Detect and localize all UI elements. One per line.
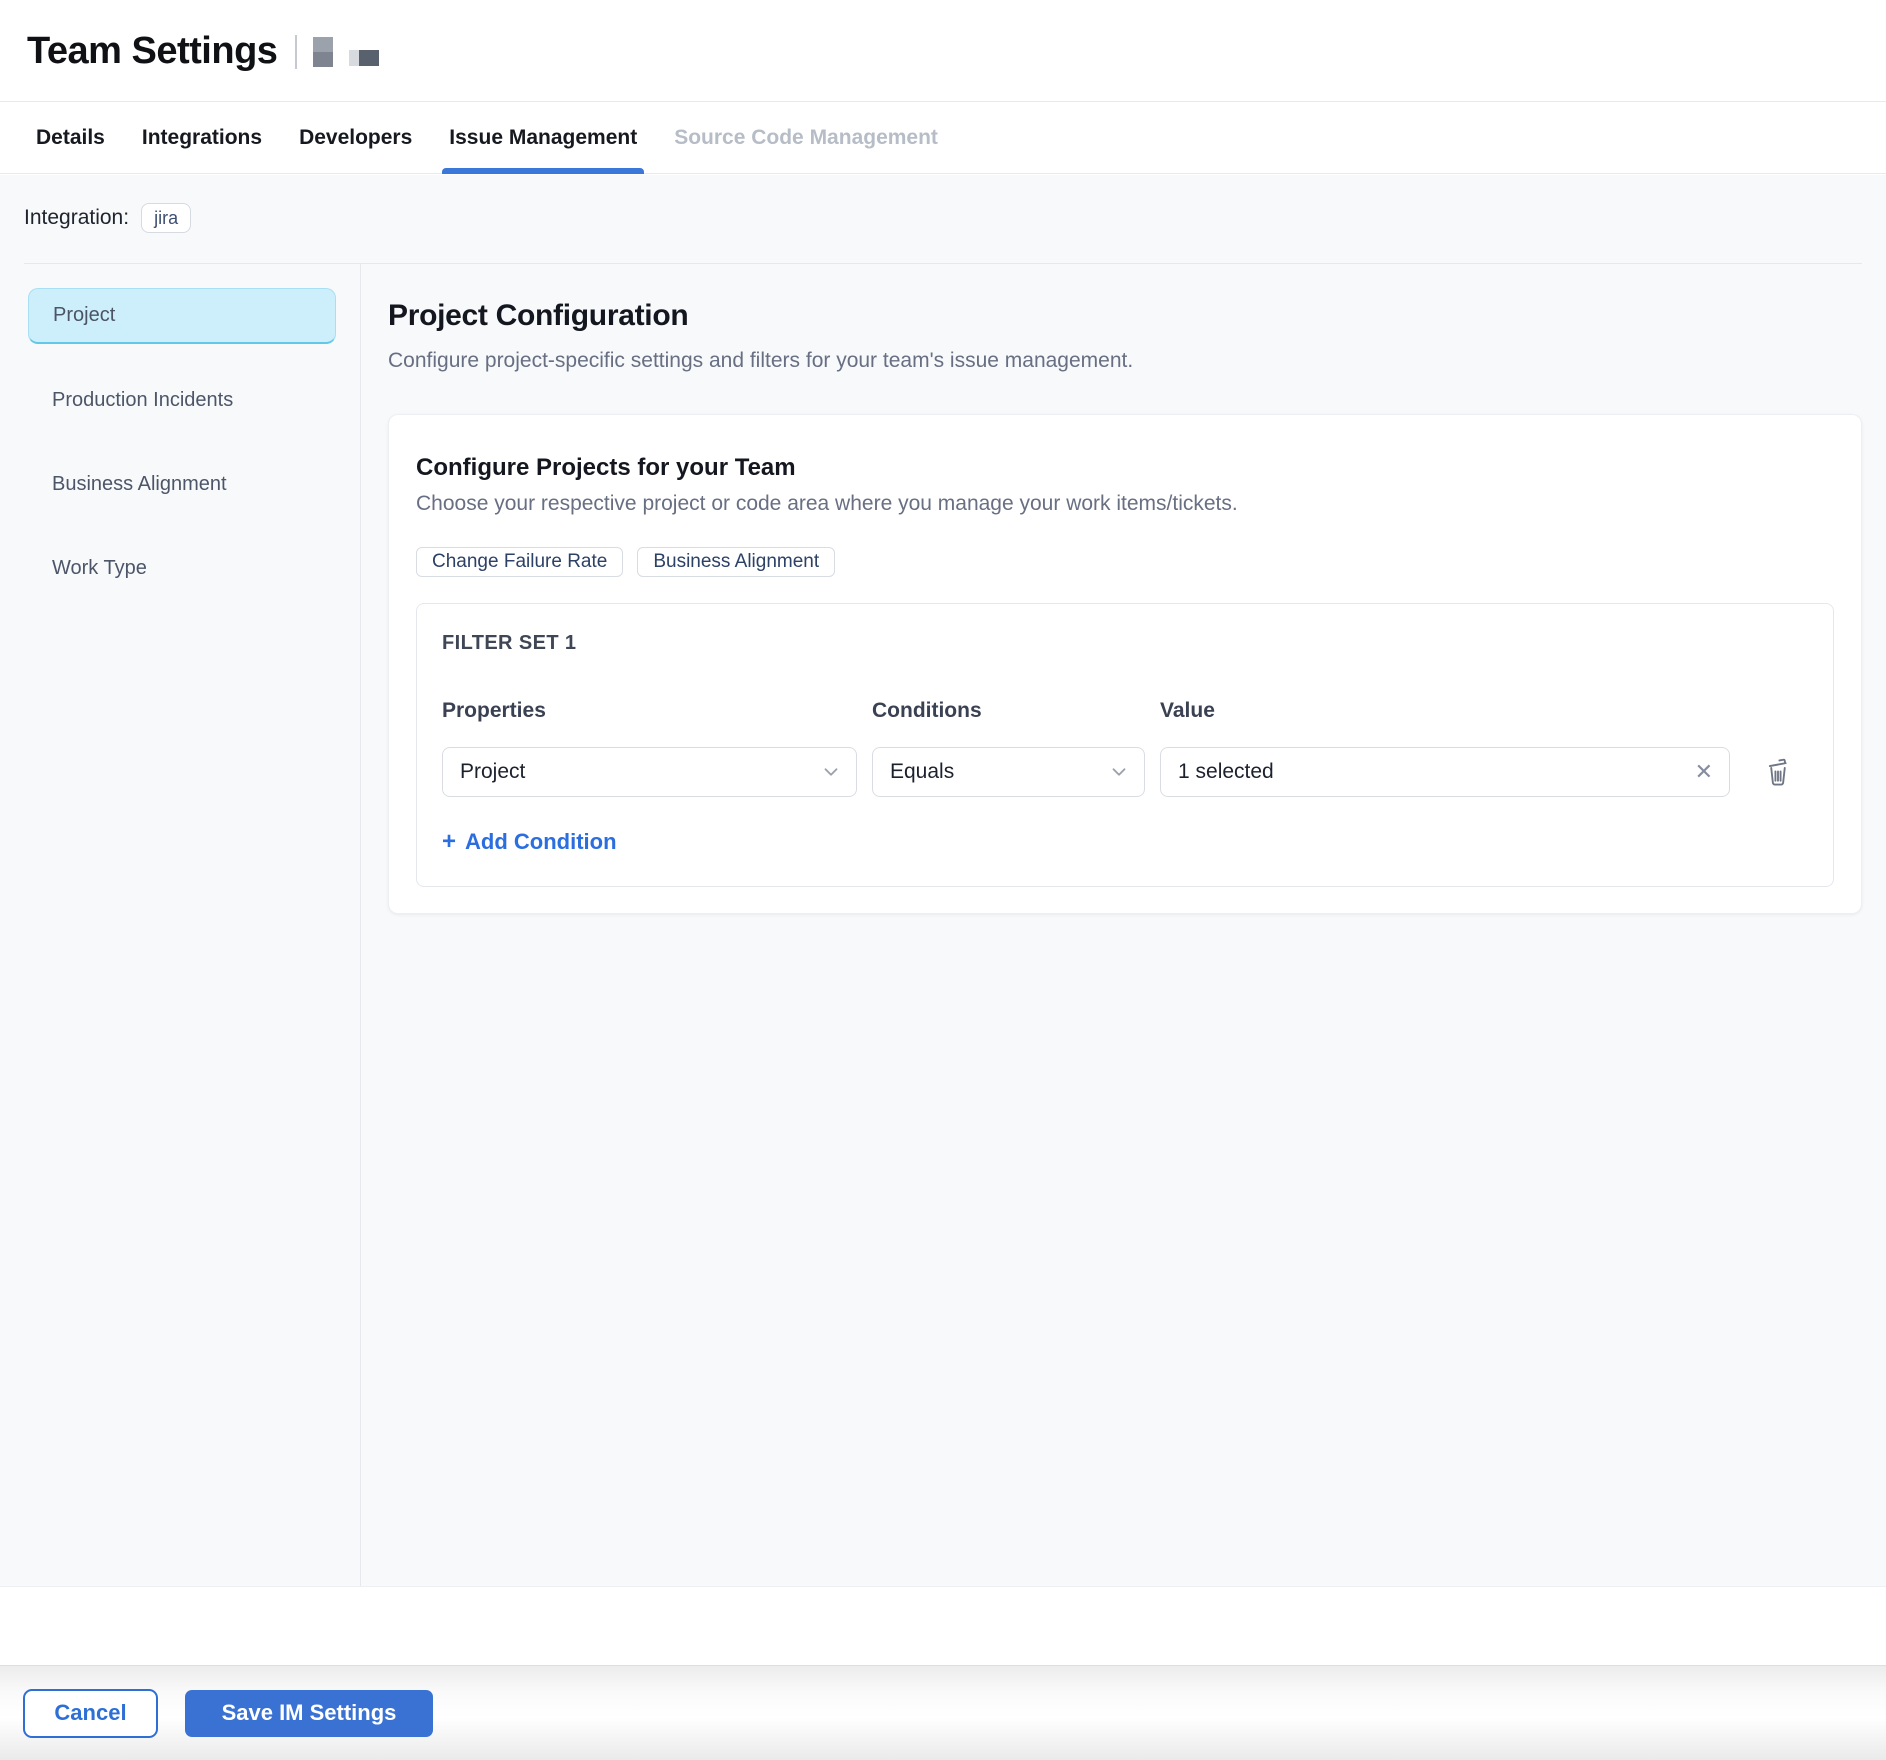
sidebar-item-work-type[interactable]: Work Type (0, 540, 360, 596)
condition-select[interactable]: Equals (872, 747, 1145, 797)
cancel-button[interactable]: Cancel (23, 1689, 158, 1738)
app-header: Team Settings (0, 0, 1886, 101)
tab-issue-management[interactable]: Issue Management (449, 102, 637, 173)
sidebar-item-project[interactable]: Project (28, 288, 336, 344)
clear-selection-icon[interactable]: ✕ (1695, 761, 1713, 783)
tab-developers[interactable]: Developers (299, 102, 412, 173)
card-subtitle: Choose your respective project or code a… (416, 492, 1834, 516)
title-row: Team Settings (0, 0, 1886, 73)
tab-details[interactable]: Details (36, 102, 105, 173)
filter-set-title: FILTER SET 1 (442, 632, 1808, 655)
content-area: Integration: jira Project Production Inc… (0, 175, 1886, 1587)
tab-source-code-management: Source Code Management (674, 102, 938, 173)
value-column-label: Value (1160, 699, 1730, 723)
property-select[interactable]: Project (442, 747, 857, 797)
card-title: Configure Projects for your Team (416, 454, 1834, 482)
save-im-settings-button[interactable]: Save IM Settings (185, 1690, 433, 1737)
tag-change-failure-rate[interactable]: Change Failure Rate (416, 547, 623, 577)
value-selected-count: 1 selected (1178, 760, 1274, 784)
tab-bar: Details Integrations Developers Issue Ma… (0, 101, 1886, 174)
integration-row: Integration: jira (0, 175, 1886, 233)
filter-label-row: Properties Conditions Value (442, 699, 1808, 723)
chevron-down-icon (820, 761, 842, 783)
conditions-column-label: Conditions (872, 699, 1145, 723)
title-separator (295, 35, 297, 69)
section-subheading: Configure project-specific settings and … (388, 349, 1862, 373)
add-condition-button[interactable]: + Add Condition (442, 829, 617, 855)
condition-select-value: Equals (890, 760, 954, 784)
footer-action-bar: Cancel Save IM Settings (0, 1665, 1886, 1760)
integration-label: Integration: (24, 206, 129, 230)
filter-control-row: Project Equals 1 selected ✕ (442, 747, 1808, 797)
sidebar-item-business-alignment[interactable]: Business Alignment (0, 456, 360, 512)
sidebar-item-production-incidents[interactable]: Production Incidents (0, 372, 360, 428)
configure-projects-card: Configure Projects for your Team Choose … (388, 414, 1862, 914)
plus-icon: + (442, 830, 456, 854)
redacted-team-badge-block (349, 50, 379, 66)
properties-column-label: Properties (442, 699, 857, 723)
body-split: Project Production Incidents Business Al… (0, 264, 1886, 1586)
property-select-value: Project (460, 760, 525, 784)
tag-row: Change Failure Rate Business Alignment (416, 547, 1834, 577)
team-settings-page: Team Settings Details Integrations Devel… (0, 0, 1886, 1760)
delete-filter-cell (1763, 755, 1793, 789)
add-condition-label: Add Condition (465, 829, 617, 855)
settings-sidebar: Project Production Incidents Business Al… (0, 264, 361, 1586)
trash-icon[interactable] (1763, 755, 1793, 789)
section-heading: Project Configuration (388, 299, 1862, 333)
main-panel: Project Configuration Configure project-… (361, 264, 1886, 1586)
tag-business-alignment[interactable]: Business Alignment (637, 547, 835, 577)
filter-set-box: FILTER SET 1 Properties Conditions Value… (416, 603, 1834, 887)
value-multiselect[interactable]: 1 selected ✕ (1160, 747, 1730, 797)
redacted-team-name-block (313, 37, 333, 67)
page-title: Team Settings (27, 30, 277, 73)
tab-integrations[interactable]: Integrations (142, 102, 262, 173)
integration-badge[interactable]: jira (141, 203, 191, 233)
chevron-down-icon (1108, 761, 1130, 783)
